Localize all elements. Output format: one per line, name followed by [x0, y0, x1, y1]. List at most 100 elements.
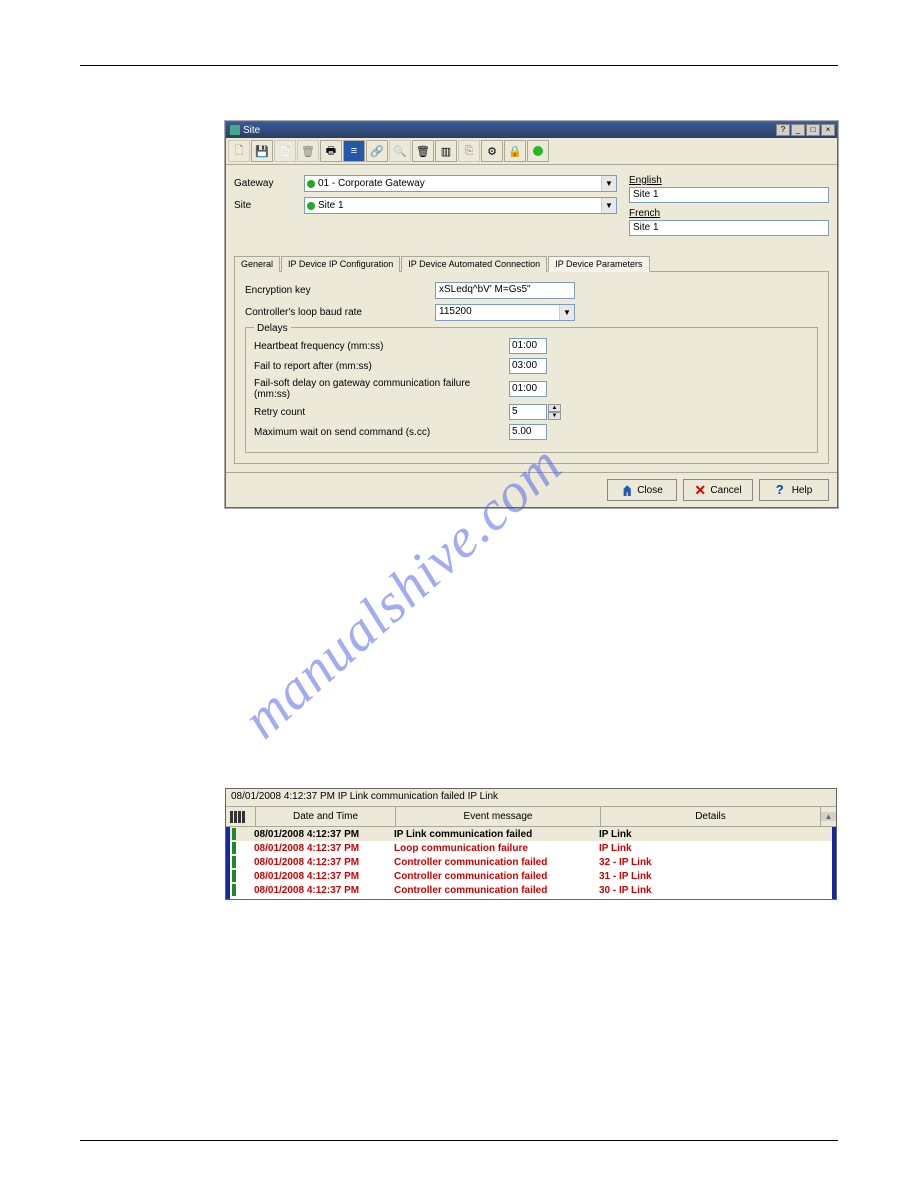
row-details: 32 - IP Link [599, 857, 830, 868]
log-row[interactable]: 08/01/2008 4:12:37 PMController communic… [230, 869, 832, 883]
close-label: Close [637, 485, 663, 496]
close-icon [621, 484, 633, 496]
event-log-window: 08/01/2008 4:12:37 PM IP Link communicat… [225, 788, 837, 900]
retry-input[interactable]: 5 [509, 404, 547, 420]
row-datetime: 08/01/2008 4:12:37 PM [254, 829, 394, 840]
log-header-message[interactable]: Event message [396, 807, 601, 826]
cancel-icon: ✕ [694, 484, 706, 496]
toolbar-list-icon[interactable]: ≡ [343, 140, 365, 162]
tab-ip-config[interactable]: IP Device IP Configuration [281, 256, 400, 272]
failreport-label: Fail to report after (mm:ss) [254, 361, 509, 372]
row-message: Controller communication failed [394, 885, 599, 896]
baud-label: Controller's loop baud rate [245, 307, 435, 318]
french-label: French [629, 208, 829, 219]
delays-legend: Delays [254, 323, 291, 334]
window-title: Site [243, 125, 260, 136]
app-icon [230, 125, 240, 135]
delays-fieldset: Delays Heartbeat frequency (mm:ss) 01:00… [245, 327, 818, 453]
log-status-bar: 08/01/2008 4:12:37 PM IP Link communicat… [226, 789, 836, 807]
failsoft-input[interactable]: 01:00 [509, 381, 547, 397]
log-body: 08/01/2008 4:12:37 PMIP Link communicati… [226, 827, 836, 899]
encryption-input[interactable]: xSLedq^bV' M=Gs5" [435, 282, 575, 299]
toolbar-link-icon[interactable]: 🔗 [366, 140, 388, 162]
row-message: IP Link communication failed [394, 829, 599, 840]
retry-spinner[interactable]: ▲▼ [548, 404, 561, 420]
row-datetime: 08/01/2008 4:12:37 PM [254, 857, 394, 868]
status-dot-icon [307, 202, 315, 210]
log-row[interactable]: 08/01/2008 4:12:37 PMIP Link communicati… [230, 827, 832, 841]
encryption-label: Encryption key [245, 285, 435, 296]
top-rule [80, 65, 838, 66]
status-dot-icon [307, 180, 315, 188]
failreport-input[interactable]: 03:00 [509, 358, 547, 374]
log-header-datetime[interactable]: Date and Time [256, 807, 396, 826]
toolbar-save-icon[interactable]: 💾 [251, 140, 273, 162]
site-window: Site ? _ □ × 🗋 💾 📄 🗑 🖶 ≡ 🔗 🔍 🗑 ▥ ⎘ ⚙ 🔒 [225, 121, 838, 508]
tabs-bar: General IP Device IP Configuration IP De… [234, 255, 829, 272]
row-details: IP Link [599, 829, 830, 840]
row-details: IP Link [599, 843, 830, 854]
row-datetime: 08/01/2008 4:12:37 PM [254, 871, 394, 882]
row-datetime: 08/01/2008 4:12:37 PM [254, 885, 394, 896]
log-header-details[interactable]: Details [601, 807, 821, 826]
toolbar-saveas-icon[interactable]: 📄 [274, 140, 296, 162]
row-datetime: 08/01/2008 4:12:37 PM [254, 843, 394, 854]
toolbar-copy-icon[interactable]: ⎘ [458, 140, 480, 162]
tab-device-parameters[interactable]: IP Device Parameters [548, 256, 649, 272]
failsoft-label: Fail-soft delay on gateway communication… [254, 378, 509, 400]
whatsthis-button[interactable]: ? [776, 124, 790, 136]
toolbar-trash-icon[interactable]: 🗑 [412, 140, 434, 162]
maxwait-input[interactable]: 5.00 [509, 424, 547, 440]
toolbar-props-icon[interactable]: ▥ [435, 140, 457, 162]
site-label: Site [234, 200, 304, 211]
gateway-label: Gateway [234, 178, 304, 189]
toolbar-find-icon[interactable]: 🔍 [389, 140, 411, 162]
toolbar-delete-icon[interactable]: 🗑 [297, 140, 319, 162]
cancel-button[interactable]: ✕ Cancel [683, 479, 753, 501]
help-button[interactable]: ? Help [759, 479, 829, 501]
maximize-button[interactable]: □ [806, 124, 820, 136]
baud-value: 115200 [439, 306, 472, 317]
row-message: Loop communication failure [394, 843, 599, 854]
log-headers: Date and Time Event message Details [226, 807, 836, 827]
row-gutter [232, 842, 254, 854]
chevron-down-icon: ▼ [601, 198, 616, 213]
minimize-button[interactable]: _ [791, 124, 805, 136]
help-icon: ? [776, 484, 788, 496]
row-gutter [232, 870, 254, 882]
baud-dropdown[interactable]: 115200 ▼ [435, 304, 575, 321]
retry-label: Retry count [254, 407, 509, 418]
english-input[interactable]: Site 1 [629, 187, 829, 203]
french-input[interactable]: Site 1 [629, 220, 829, 236]
gateway-dropdown[interactable]: 01 - Corporate Gateway ▼ [304, 175, 617, 192]
scroll-up-icon[interactable] [821, 812, 836, 821]
log-row[interactable]: 08/01/2008 4:12:37 PMController communic… [230, 883, 832, 897]
site-dropdown[interactable]: Site 1 ▼ [304, 197, 617, 214]
toolbar-new-icon[interactable]: 🗋 [228, 140, 250, 162]
bottom-rule [80, 1140, 838, 1141]
toolbar-lock-icon[interactable]: 🔒 [504, 140, 526, 162]
row-gutter [232, 828, 254, 840]
toolbar-print-icon[interactable]: 🖶 [320, 140, 342, 162]
cancel-label: Cancel [710, 485, 741, 496]
english-label: English [629, 175, 829, 186]
chevron-down-icon: ▼ [601, 176, 616, 191]
toolbar-status-icon[interactable] [527, 140, 549, 162]
heartbeat-label: Heartbeat frequency (mm:ss) [254, 341, 509, 352]
gateway-value: 01 - Corporate Gateway [318, 178, 425, 189]
toolbar-config-icon[interactable]: ⚙ [481, 140, 503, 162]
tab-body: Encryption key xSLedq^bV' M=Gs5" Control… [234, 272, 829, 464]
row-details: 30 - IP Link [599, 885, 830, 896]
close-window-button[interactable]: × [821, 124, 835, 136]
log-row[interactable]: 08/01/2008 4:12:37 PMLoop communication … [230, 841, 832, 855]
row-details: 31 - IP Link [599, 871, 830, 882]
tab-automated-connection[interactable]: IP Device Automated Connection [401, 256, 547, 272]
row-message: Controller communication failed [394, 871, 599, 882]
close-button[interactable]: Close [607, 479, 677, 501]
chevron-down-icon: ▼ [559, 305, 574, 320]
tab-general[interactable]: General [234, 256, 280, 272]
log-row[interactable]: 08/01/2008 4:12:37 PMController communic… [230, 855, 832, 869]
heartbeat-input[interactable]: 01:00 [509, 338, 547, 354]
window-titlebar: Site ? _ □ × [226, 122, 837, 138]
toolbar: 🗋 💾 📄 🗑 🖶 ≡ 🔗 🔍 🗑 ▥ ⎘ ⚙ 🔒 [226, 138, 837, 165]
